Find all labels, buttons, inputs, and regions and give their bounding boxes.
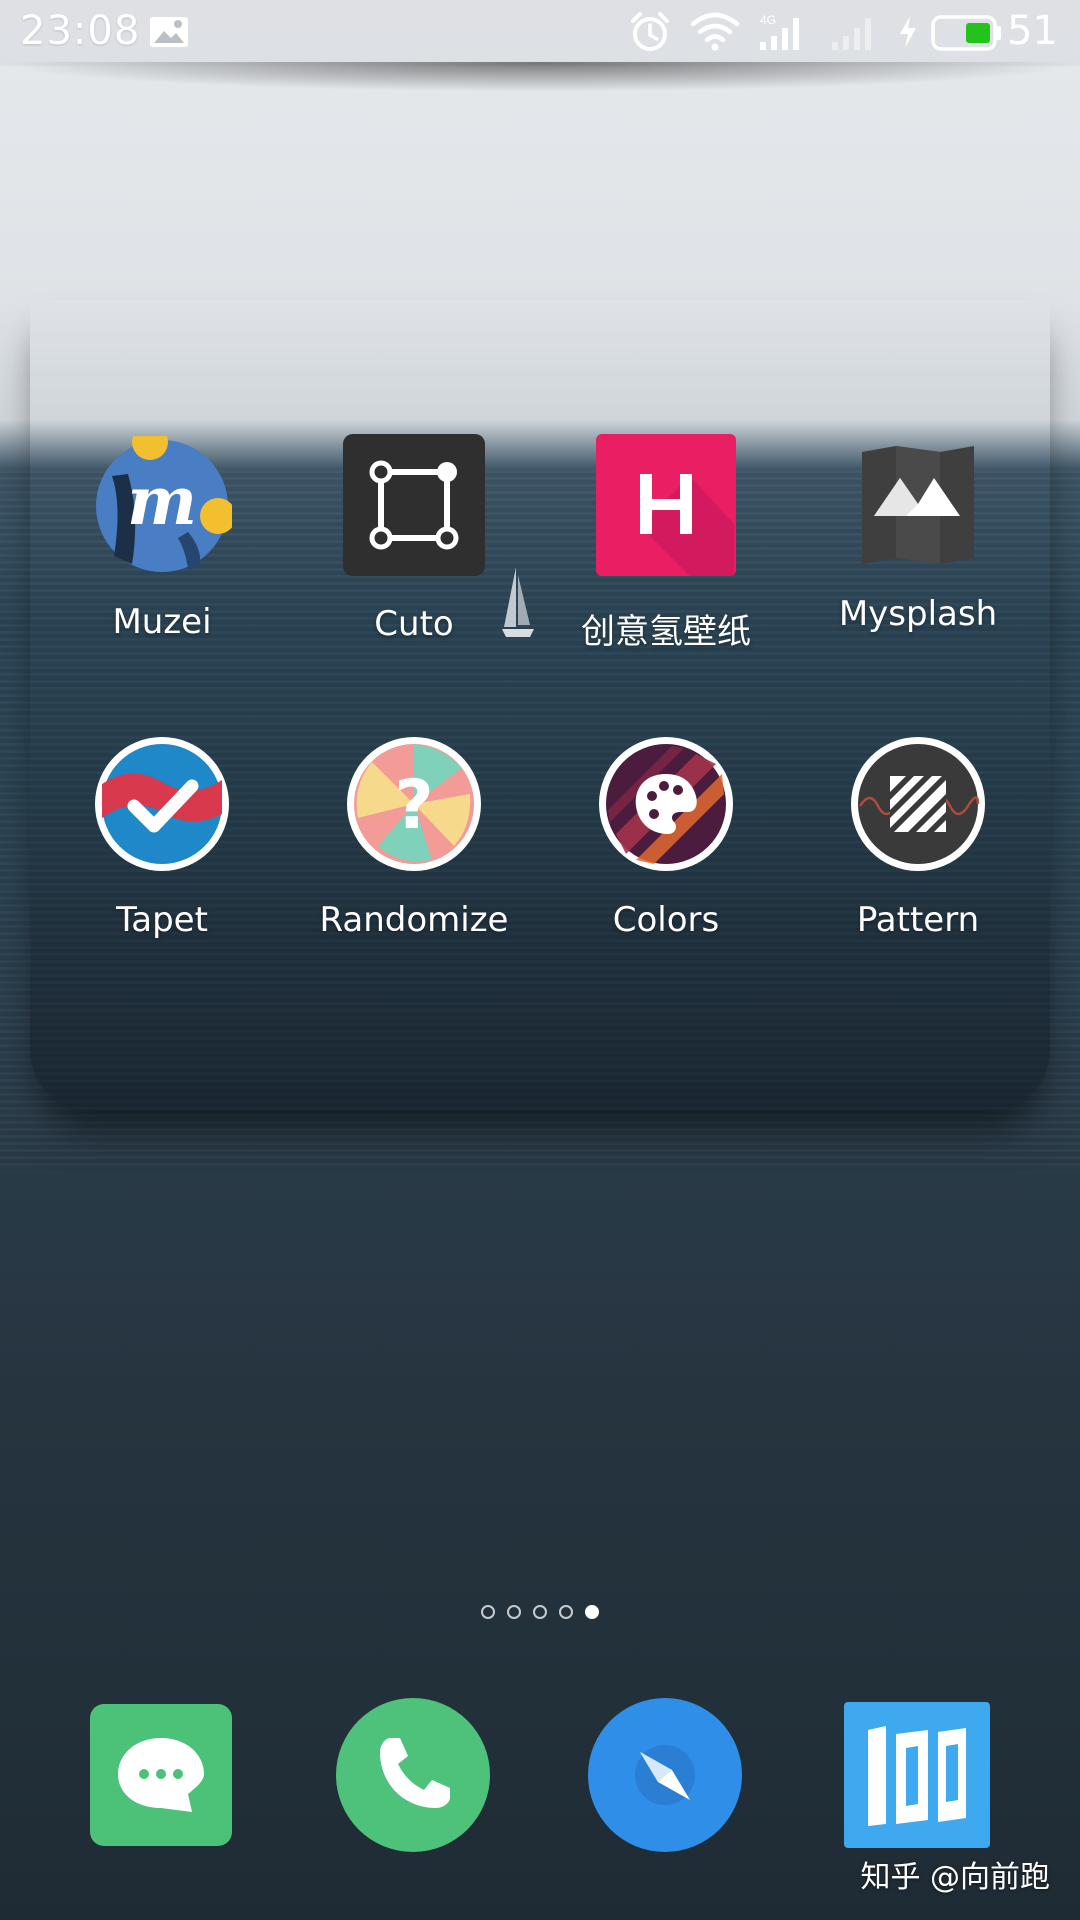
page-dot-2[interactable] (507, 1605, 521, 1619)
app-label: Pattern (856, 900, 980, 940)
browser-compass-icon[interactable] (586, 1696, 744, 1854)
app-cuto[interactable]: Cuto (294, 432, 534, 644)
phone-icon[interactable] (334, 1696, 492, 1854)
status-bar-shadow (0, 62, 1080, 92)
image-notification-icon (150, 17, 188, 47)
wifi-icon (690, 12, 740, 51)
signal-4g-icon: 4G (760, 13, 799, 50)
svg-text:?: ? (394, 766, 433, 845)
alarm-icon (631, 12, 669, 51)
page-dot-1[interactable] (481, 1605, 495, 1619)
app-muzei[interactable]: m Muzei (42, 436, 282, 642)
battery-icon (931, 15, 1001, 51)
mysplash-icon (862, 446, 974, 564)
signal-icon (832, 18, 871, 50)
page-dot-5-current[interactable] (585, 1605, 599, 1619)
status-bar: 23:08 4G 51 (0, 0, 1080, 66)
pattern-icon (851, 737, 985, 871)
charging-icon (900, 16, 916, 48)
app-label: Mysplash (838, 594, 998, 634)
messages-icon[interactable] (88, 1702, 234, 1848)
colors-icon (599, 737, 733, 871)
page-dot-4[interactable] (559, 1605, 573, 1619)
app-label: 创意氢壁纸 (581, 612, 751, 652)
app-mysplash[interactable]: Mysplash (798, 442, 1038, 634)
app-hydrogen-wallpaper[interactable]: 创意氢壁纸 (546, 432, 786, 653)
muzei-icon: m (96, 436, 232, 572)
hydrogen-wallpaper-icon (596, 434, 736, 576)
page-dot-3[interactable] (533, 1605, 547, 1619)
app-colors[interactable]: Colors (546, 734, 786, 940)
app-label: Tapet (116, 900, 208, 940)
cuto-icon (343, 434, 485, 576)
app-randomize[interactable]: ? Randomize (294, 734, 534, 940)
app-label: Colors (612, 900, 720, 940)
app-folder-panel (30, 300, 1050, 1110)
app-tapet[interactable]: Tapet (42, 734, 282, 940)
svg-text:m: m (127, 462, 197, 540)
page-indicator[interactable] (0, 1605, 1080, 1619)
app-label: Muzei (112, 602, 212, 642)
randomize-icon: ? (347, 737, 481, 871)
app-pattern[interactable]: Pattern (798, 734, 1038, 940)
status-time: 23:08 (20, 8, 141, 54)
battery-percentage: 51 (1007, 8, 1058, 54)
app-store-icon[interactable] (842, 1700, 992, 1850)
app-label: Randomize (319, 900, 509, 940)
watermark-text: 知乎 @向前跑 (860, 1860, 1050, 1895)
tapet-icon (95, 737, 229, 871)
app-label: Cuto (374, 604, 454, 644)
home-screen: 23:08 4G 51 m Muzei Cuto 创意氢壁纸 Mysplash … (0, 0, 1080, 1920)
svg-text:4G: 4G (760, 13, 776, 27)
